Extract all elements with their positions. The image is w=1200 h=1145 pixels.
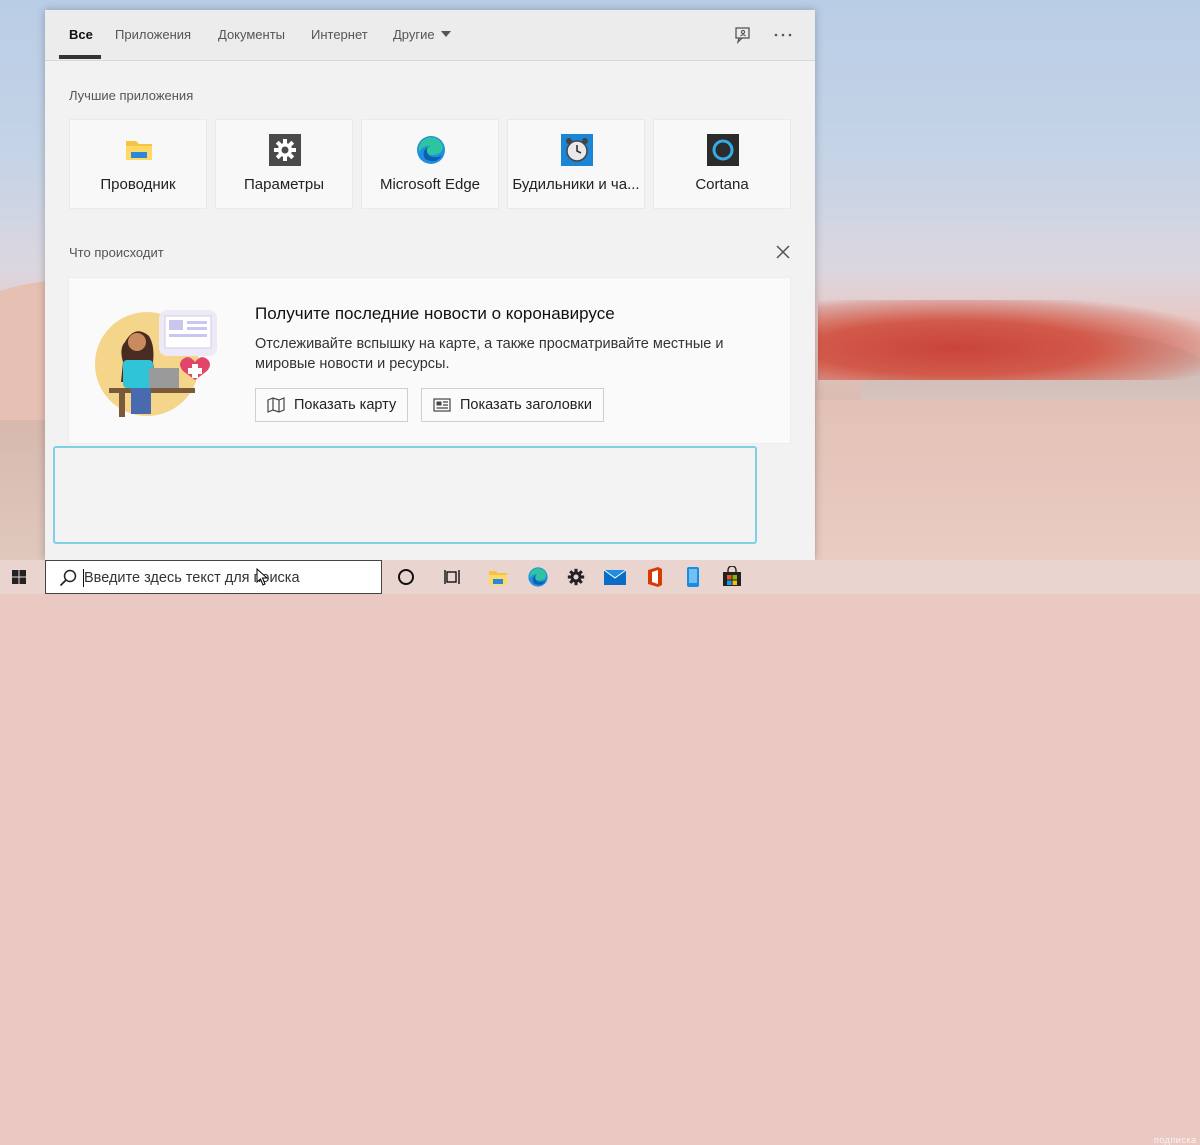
settings-icon[interactable] <box>564 565 588 589</box>
store-icon[interactable] <box>720 565 744 589</box>
feedback-icon <box>735 27 750 44</box>
edge-icon[interactable] <box>526 565 550 589</box>
taskbar: Введите здесь текст для поиска подписка <box>0 560 1200 1145</box>
tab-documents[interactable]: Документы <box>218 27 285 42</box>
best-apps-heading: Лучшие приложения <box>69 88 194 103</box>
ellipsis-icon <box>774 33 792 37</box>
tab-more[interactable]: Другие <box>393 27 451 42</box>
office-icon[interactable] <box>643 565 667 589</box>
active-tab-indicator <box>59 55 101 59</box>
whats-happening-heading: Что происходит <box>69 245 164 260</box>
app-tile-alarms[interactable]: Будильники и ча... <box>507 119 645 209</box>
app-tile-explorer[interactable]: Проводник <box>69 119 207 209</box>
app-tile-label: Проводник <box>100 176 176 193</box>
feedback-button[interactable] <box>729 22 757 48</box>
file-explorer-icon <box>126 141 152 160</box>
highlighted-result-area[interactable] <box>53 446 757 544</box>
app-tile-label: Cortana <box>695 176 749 193</box>
app-tile-cortana[interactable]: Cortana <box>653 119 791 209</box>
mail-icon[interactable] <box>603 565 627 589</box>
coronavirus-news-card: Получите последние новости о коронавирус… <box>68 277 791 444</box>
tab-web[interactable]: Интернет <box>311 27 368 42</box>
app-tile-edge[interactable]: Microsoft Edge <box>361 119 499 209</box>
tab-all[interactable]: Все <box>69 27 93 42</box>
phone-icon[interactable] <box>681 565 705 589</box>
news-title: Получите последние новости о коронавирус… <box>255 304 615 323</box>
cortana-circle-icon[interactable] <box>394 565 418 589</box>
windows-start-icon[interactable] <box>8 566 30 588</box>
news-icon <box>433 398 451 412</box>
app-tile-label: Microsoft Edge <box>379 176 481 193</box>
task-view-icon[interactable] <box>441 565 465 589</box>
tab-apps[interactable]: Приложения <box>115 27 191 42</box>
search-panel: Все Приложения Документы Интернет Другие… <box>45 10 815 560</box>
map-icon <box>267 397 285 413</box>
file-explorer-icon[interactable] <box>486 565 510 589</box>
chevron-down-icon <box>440 31 451 37</box>
search-icon <box>59 569 77 587</box>
app-tile-settings[interactable]: Параметры <box>215 119 353 209</box>
cortana-icon <box>707 134 739 166</box>
show-headlines-button[interactable]: Показать заголовки <box>421 388 604 422</box>
show-headlines-label: Показать заголовки <box>460 397 592 413</box>
show-map-label: Показать карту <box>294 397 397 413</box>
settings-gear-icon <box>269 134 301 166</box>
wallpaper-sand <box>816 400 1200 560</box>
mouse-pointer-icon <box>256 568 268 586</box>
wallpaper-dune-red <box>818 300 1200 380</box>
watermark-text: подписка <box>1154 1135 1197 1145</box>
edge-icon <box>417 136 445 164</box>
tab-bar: Все Приложения Документы Интернет Другие <box>45 10 815 61</box>
more-options-button[interactable] <box>769 22 797 48</box>
alarm-clock-icon <box>561 134 593 166</box>
app-tile-label: Будильники и ча... <box>512 176 640 193</box>
close-icon[interactable] <box>773 242 793 262</box>
tab-more-label: Другие <box>393 27 435 42</box>
news-description: Отслеживайте вспышку на карте, а также п… <box>255 336 724 372</box>
app-tile-label: Параметры <box>244 176 324 193</box>
taskbar-search-box[interactable]: Введите здесь текст для поиска <box>45 560 382 594</box>
news-illustration <box>95 310 217 417</box>
show-map-button[interactable]: Показать карту <box>255 388 409 422</box>
